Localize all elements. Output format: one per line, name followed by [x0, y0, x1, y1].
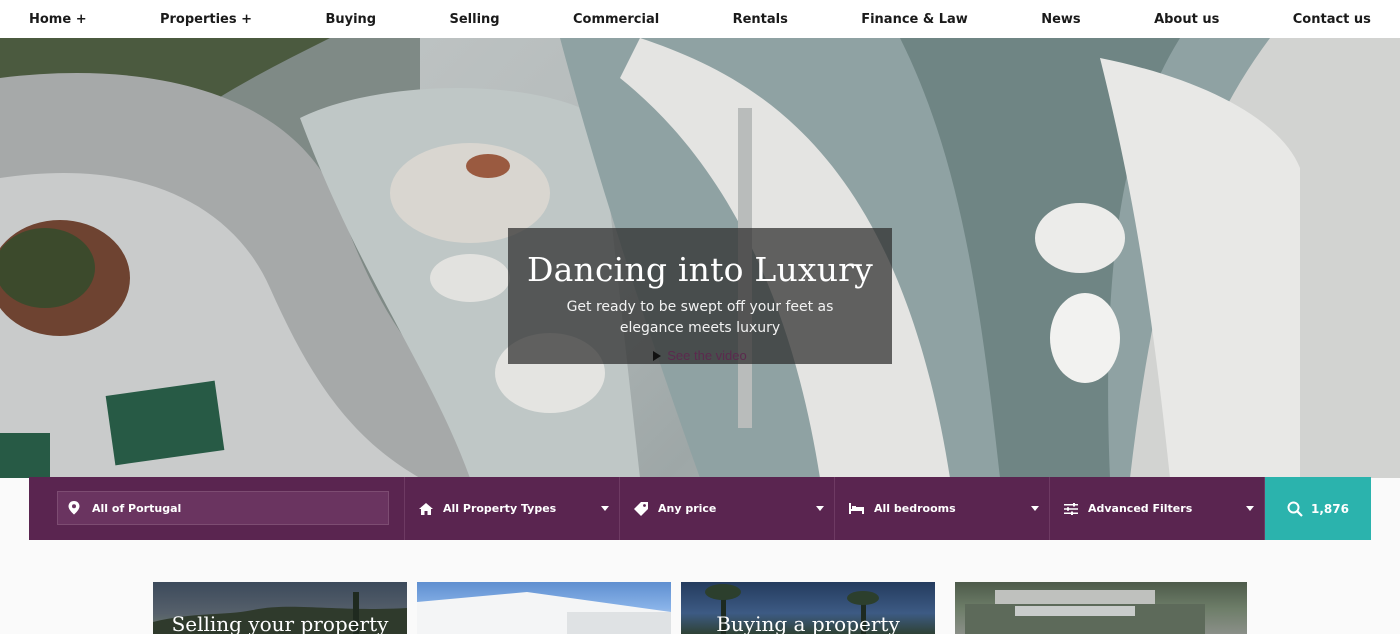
see-video-label: See the video: [667, 348, 747, 363]
nav-rentals[interactable]: Rentals: [733, 12, 788, 27]
location-input[interactable]: All of Portugal: [57, 491, 389, 525]
nav-finance-law[interactable]: Finance & Law: [861, 12, 968, 27]
card-label: Selling your property: [171, 612, 389, 634]
see-video-link[interactable]: See the video: [508, 348, 892, 363]
advanced-filters-dropdown[interactable]: Advanced Filters: [1050, 477, 1265, 540]
card-selling-property[interactable]: Selling your property: [153, 582, 407, 634]
nav-buying[interactable]: Buying: [325, 12, 376, 27]
property-type-dropdown[interactable]: All Property Types: [405, 477, 620, 540]
nav-selling[interactable]: Selling: [449, 12, 499, 27]
nav-home[interactable]: Home +: [29, 12, 87, 27]
hero-banner: Dancing into Luxury Get ready to be swep…: [0, 38, 1400, 478]
search-button[interactable]: 1,876: [1265, 477, 1371, 540]
feature-cards: Selling your property Buying a property: [0, 582, 1400, 634]
bedrooms-dropdown[interactable]: All bedrooms: [835, 477, 1050, 540]
search-icon: [1287, 501, 1303, 517]
price-dropdown[interactable]: Any price: [620, 477, 835, 540]
card-image: [965, 590, 1205, 634]
nav-contact-us[interactable]: Contact us: [1293, 12, 1371, 27]
location-value: All of Portugal: [92, 501, 182, 515]
nav-commercial[interactable]: Commercial: [573, 12, 659, 27]
chevron-down-icon: [1246, 506, 1254, 511]
bed-icon: [849, 503, 864, 514]
price-tag-icon: [634, 501, 648, 516]
property-type-value: All Property Types: [443, 502, 557, 515]
location-filter: All of Portugal: [29, 477, 405, 540]
advanced-filters-label: Advanced Filters: [1088, 502, 1193, 515]
price-value: Any price: [658, 502, 717, 515]
home-icon: [419, 502, 433, 515]
hero-caption: Dancing into Luxury Get ready to be swep…: [508, 228, 892, 364]
nav-news[interactable]: News: [1041, 12, 1080, 27]
card-property-2[interactable]: [417, 582, 671, 634]
chevron-down-icon: [816, 506, 824, 511]
location-pin-icon: [68, 501, 80, 515]
result-count: 1,876: [1311, 501, 1349, 516]
chevron-down-icon: [1031, 506, 1039, 511]
chevron-down-icon: [601, 506, 609, 511]
card-label: Buying a property: [716, 612, 900, 634]
hero-subtitle: Get ready to be swept off your feet as e…: [566, 299, 834, 336]
main-navigation: Home + Properties + Buying Selling Comme…: [0, 0, 1400, 38]
play-icon: [653, 350, 662, 361]
hero-title: Dancing into Luxury: [527, 250, 873, 289]
bedrooms-value: All bedrooms: [874, 502, 956, 515]
card-buying-property[interactable]: Buying a property: [681, 582, 935, 634]
sliders-icon: [1064, 502, 1078, 515]
nav-about-us[interactable]: About us: [1154, 12, 1219, 27]
property-search-bar: All of Portugal All Property Types Any p…: [29, 477, 1371, 540]
nav-properties[interactable]: Properties +: [160, 12, 252, 27]
card-property-4[interactable]: [955, 582, 1247, 634]
card-image: [417, 592, 671, 634]
